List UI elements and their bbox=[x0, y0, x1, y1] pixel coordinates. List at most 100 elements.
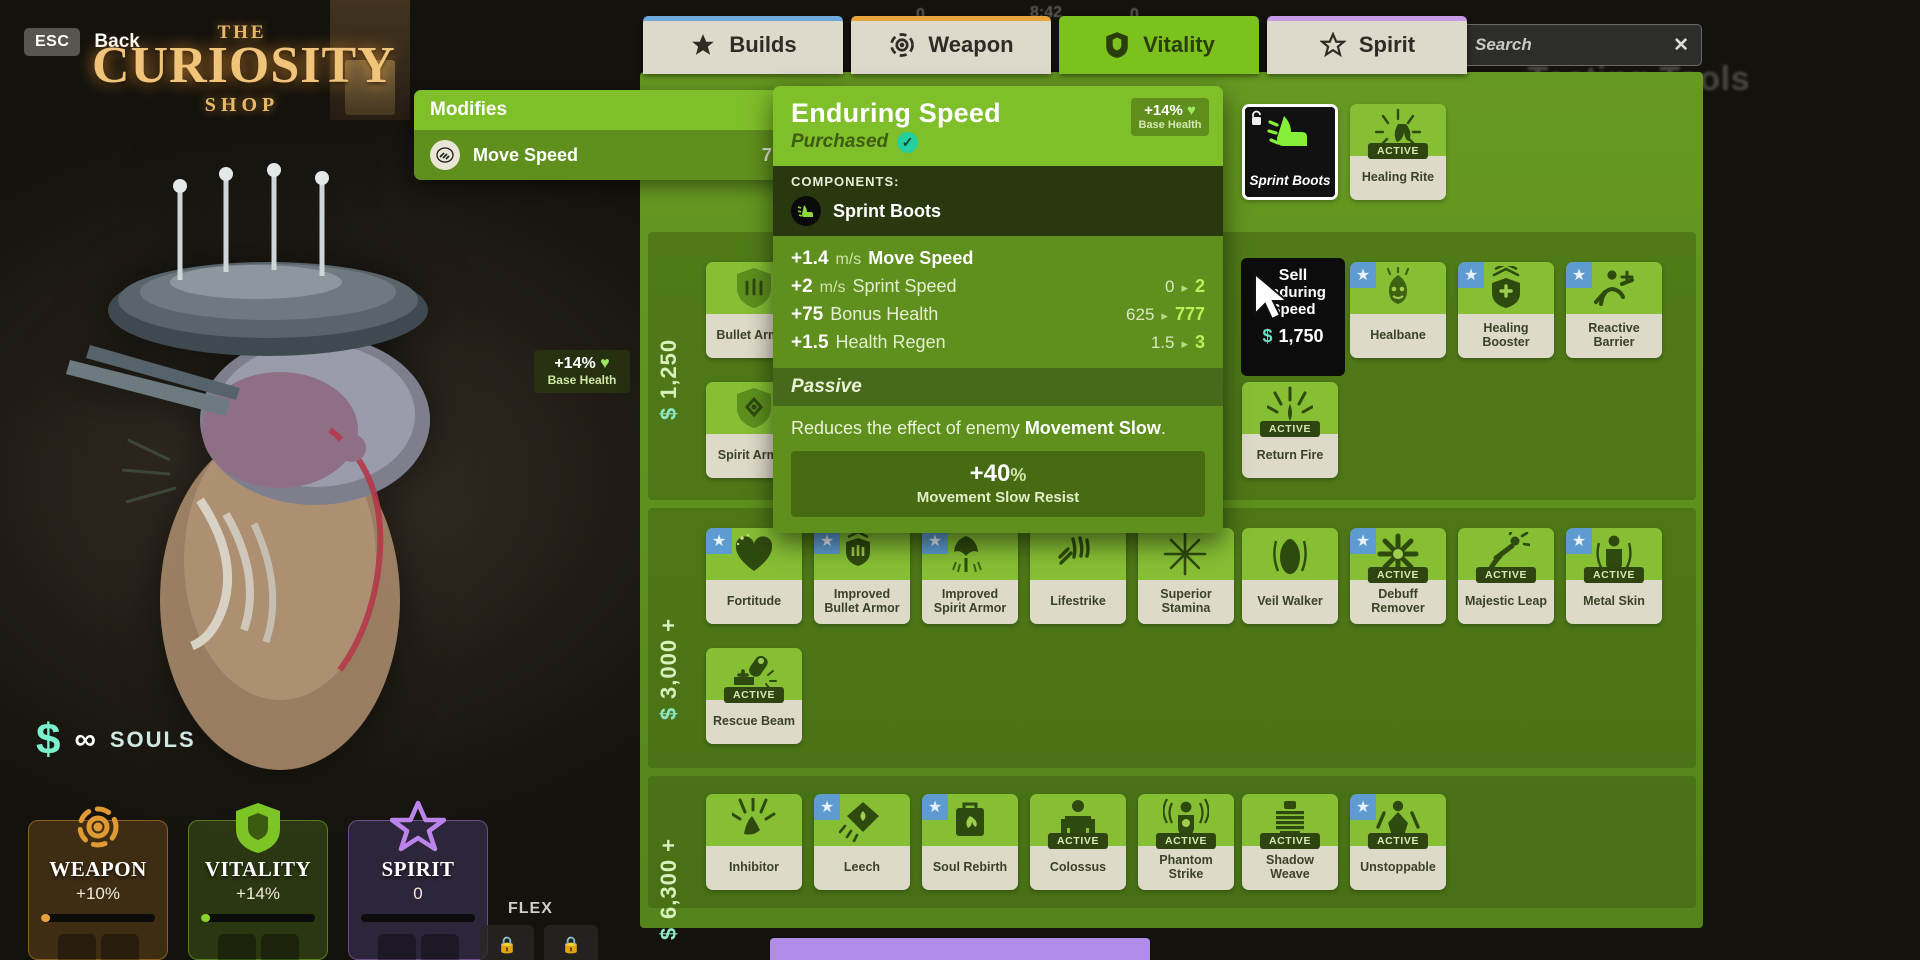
weapon-emblem-icon bbox=[70, 799, 126, 855]
item-card[interactable]: ★ Fortitude bbox=[706, 528, 802, 624]
active-badge: ACTIVE bbox=[1475, 567, 1537, 583]
tier-label-text: 6,300 + bbox=[656, 837, 681, 919]
item-card[interactable]: ★ ACTIVE Debuff Remover bbox=[1350, 528, 1446, 624]
healbane-icon bbox=[1376, 267, 1420, 309]
souls-icon: $ bbox=[656, 706, 681, 720]
item-name: Majestic Leap bbox=[1458, 580, 1554, 624]
healing-booster-icon bbox=[1485, 266, 1527, 310]
lifestrike-icon bbox=[1055, 533, 1101, 575]
tab-weapon[interactable]: Weapon bbox=[851, 16, 1051, 74]
stat-to: 3 bbox=[1194, 332, 1205, 352]
vitality-emblem-icon bbox=[230, 799, 286, 855]
item-card[interactable]: ★ Reactive Barrier bbox=[1566, 262, 1662, 358]
stat-card-spirit[interactable]: SPIRIT 0 bbox=[348, 800, 488, 960]
item-slot[interactable] bbox=[57, 934, 96, 960]
close-icon[interactable]: ✕ bbox=[1673, 34, 1689, 57]
flex-slot[interactable]: 🔒 bbox=[544, 925, 598, 960]
heart-icon: ♥ bbox=[600, 355, 610, 372]
stat-card-weapon[interactable]: WEAPON +10% bbox=[28, 806, 168, 960]
item-slot[interactable] bbox=[217, 934, 256, 960]
stat-card-vitality[interactable]: VITALITY +14% bbox=[188, 803, 328, 960]
item-card[interactable]: ★ ACTIVE Metal Skin bbox=[1566, 528, 1662, 624]
flex-slot[interactable]: 🔒 bbox=[480, 925, 534, 960]
item-card[interactable]: ★ Improved Bullet Armor bbox=[814, 528, 910, 624]
stat-from: 0 bbox=[1164, 277, 1175, 296]
search-input[interactable]: Search bbox=[1475, 35, 1673, 55]
item-name: Veil Walker bbox=[1242, 580, 1338, 624]
item-slot[interactable] bbox=[100, 934, 139, 960]
item-art: ACTIVE bbox=[1350, 104, 1446, 159]
item-art: ACTIVE bbox=[1030, 794, 1126, 849]
logo-main: CURIOSITY bbox=[92, 37, 396, 94]
tooltip-status-text: Purchased bbox=[791, 131, 889, 152]
item-card[interactable]: ★ ACTIVE Unstoppable bbox=[1350, 794, 1446, 890]
tooltip-badge-label: Base Health bbox=[1138, 119, 1202, 131]
item-card[interactable]: Inhibitor bbox=[706, 794, 802, 890]
improved-spirit-armor-icon bbox=[948, 532, 992, 576]
tab-accent-bar bbox=[1267, 16, 1467, 21]
item-card[interactable]: Lifestrike bbox=[1030, 528, 1126, 624]
base-health-value: +14% bbox=[554, 355, 596, 372]
search-box[interactable]: Search ✕ bbox=[1462, 24, 1702, 66]
sell-price: $ 1,750 bbox=[1241, 326, 1345, 347]
curiosity-shop-logo: THE CURIOSITY SHOP bbox=[92, 22, 395, 117]
item-slot[interactable] bbox=[377, 934, 416, 960]
stat-card-bar bbox=[41, 914, 155, 922]
star-outline-icon bbox=[1319, 31, 1347, 59]
item-card[interactable]: ACTIVE Healing Rite bbox=[1350, 104, 1446, 200]
item-card[interactable]: ★ Healing Booster bbox=[1458, 262, 1554, 358]
tab-builds[interactable]: Builds bbox=[643, 16, 843, 74]
star-icon: ★ bbox=[814, 794, 840, 820]
component-row[interactable]: Sprint Boots bbox=[791, 196, 1205, 226]
active-badge: ACTIVE bbox=[1367, 567, 1429, 583]
item-card[interactable]: Veil Walker bbox=[1242, 528, 1338, 624]
item-card[interactable]: ★ Improved Spirit Armor bbox=[922, 528, 1018, 624]
passive-text-pre: Reduces the effect of enemy bbox=[791, 418, 1025, 438]
sprint-boots-icon bbox=[791, 196, 821, 226]
modifies-from: 7 bbox=[761, 144, 772, 165]
soul-rebirth-icon bbox=[948, 798, 992, 842]
stat-card-slots bbox=[349, 934, 487, 960]
chevron-right-icon: ▸ bbox=[1181, 280, 1188, 295]
reactive-barrier-icon bbox=[1591, 266, 1637, 310]
item-name: Improved Spirit Armor bbox=[922, 580, 1018, 624]
item-card[interactable]: ★ Soul Rebirth bbox=[922, 794, 1018, 890]
item-card[interactable]: ACTIVE Shadow Weave bbox=[1242, 794, 1338, 890]
passive-header: Passive bbox=[773, 368, 1223, 406]
fortitude-icon bbox=[732, 533, 776, 575]
chevron-right-icon: ▸ bbox=[1161, 308, 1168, 323]
active-badge: ACTIVE bbox=[1155, 833, 1217, 849]
item-art: ACTIVE bbox=[1458, 528, 1554, 583]
modifies-row-label: Move Speed bbox=[473, 144, 579, 165]
item-name: Soul Rebirth bbox=[922, 846, 1018, 890]
item-slot[interactable] bbox=[420, 934, 459, 960]
lock-icon bbox=[1249, 110, 1264, 127]
item-card[interactable]: ★ Healbane bbox=[1350, 262, 1446, 358]
tier-label-text: 3,000 + bbox=[656, 617, 681, 699]
stat-name: Bonus Health bbox=[830, 304, 939, 324]
item-card[interactable]: ACTIVE Rescue Beam bbox=[706, 648, 802, 744]
tab-vitality[interactable]: Vitality bbox=[1059, 16, 1259, 74]
tooltip-stat-row: +2 m/s Sprint Speed 0 ▸ 2 bbox=[791, 273, 1205, 301]
tab-spirit[interactable]: Spirit bbox=[1267, 16, 1467, 74]
item-name: Lifestrike bbox=[1030, 580, 1126, 624]
flex-label: FLEX bbox=[508, 900, 553, 917]
item-card[interactable]: Superior Stamina bbox=[1138, 528, 1234, 624]
item-card[interactable]: ACTIVE Colossus bbox=[1030, 794, 1126, 890]
cursor-icon bbox=[1254, 272, 1290, 321]
item-card[interactable]: ACTIVE Phantom Strike bbox=[1138, 794, 1234, 890]
stat-card-title: SPIRIT bbox=[381, 857, 455, 881]
item-card[interactable]: Sprint Boots bbox=[1242, 104, 1338, 200]
souls-icon: $ bbox=[36, 715, 61, 764]
passive-text-post: . bbox=[1160, 418, 1166, 438]
base-health-label: Base Health bbox=[547, 373, 617, 387]
item-slot[interactable] bbox=[260, 934, 299, 960]
item-card[interactable]: ACTIVE Return Fire bbox=[1242, 382, 1338, 478]
star-icon: ★ bbox=[1350, 794, 1376, 820]
bullet-armor-icon bbox=[733, 266, 775, 310]
star-icon: ★ bbox=[1458, 262, 1484, 288]
item-card[interactable]: ACTIVE Majestic Leap bbox=[1458, 528, 1554, 624]
item-card[interactable]: ★ Leech bbox=[814, 794, 910, 890]
passive-text-bold: Movement Slow bbox=[1024, 418, 1161, 438]
item-name: Leech bbox=[814, 846, 910, 890]
